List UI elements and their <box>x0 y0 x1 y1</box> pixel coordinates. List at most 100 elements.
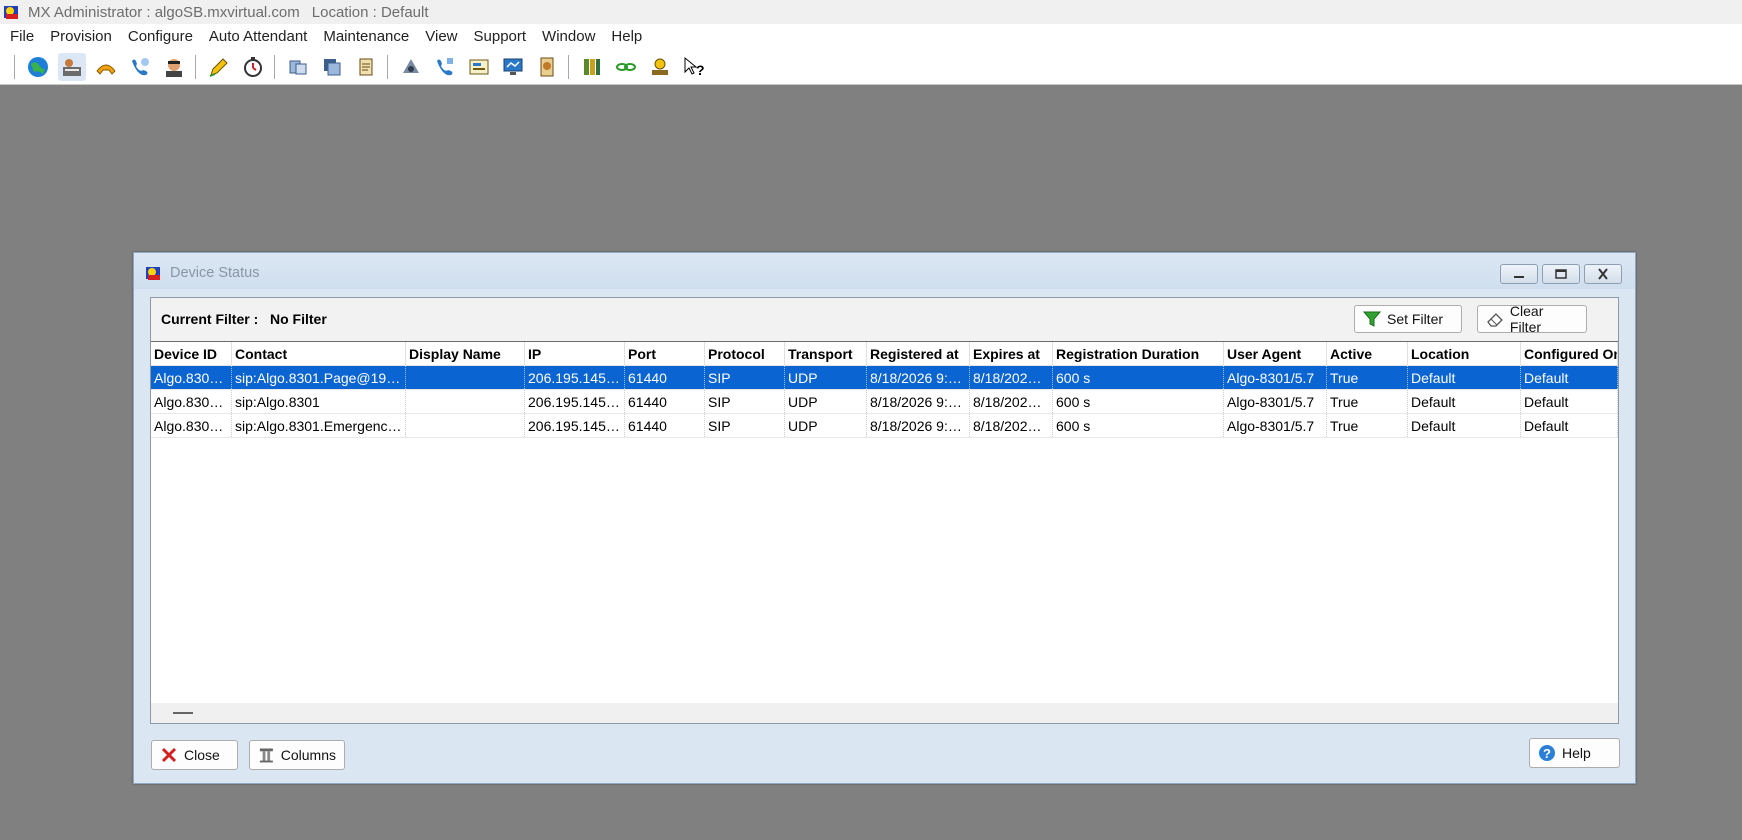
menu-view[interactable]: View <box>417 28 465 45</box>
globe-icon[interactable] <box>24 53 52 81</box>
table-row[interactable]: Algo.8301... sip:Algo.8301.Emergency... … <box>151 414 1618 438</box>
cell-transport: UDP <box>785 390 867 413</box>
menu-configure[interactable]: Configure <box>120 28 201 45</box>
cell-port: 61440 <box>625 366 705 389</box>
menu-support[interactable]: Support <box>466 28 535 45</box>
scrollbar-thumb[interactable] <box>173 712 193 714</box>
close-button[interactable]: Close <box>151 740 238 770</box>
cell-protocol: SIP <box>705 414 785 437</box>
column-header[interactable]: Configured On <box>1521 342 1618 365</box>
filter-row: Current Filter : No Filter Set Filter Cl… <box>151 298 1618 342</box>
restore-icon <box>1555 269 1567 279</box>
column-header[interactable]: Expires at <box>970 342 1053 365</box>
menu-window[interactable]: Window <box>534 28 603 45</box>
dialog-titlebar[interactable]: Device Status <box>134 253 1635 289</box>
columns-button[interactable]: Columns <box>249 740 345 770</box>
toolbar: ? <box>0 49 1742 85</box>
horizontal-scrollbar[interactable] <box>151 703 1618 723</box>
cell-ip: 206.195.145.... <box>525 366 625 389</box>
cell-user-agent: Algo-8301/5.7 <box>1224 414 1327 437</box>
cell-configured-on: Default <box>1521 366 1618 389</box>
cell-protocol: SIP <box>705 390 785 413</box>
copy-icon[interactable] <box>284 53 312 81</box>
help-button[interactable]: ? Help <box>1529 738 1620 768</box>
report-icon[interactable] <box>465 53 493 81</box>
cell-expires-at: 8/18/2026 ... <box>970 390 1053 413</box>
menu-auto-attendant[interactable]: Auto Attendant <box>201 28 315 45</box>
device-table: Device ID Contact Display Name IP Port P… <box>151 342 1618 438</box>
column-header[interactable]: Registration Duration <box>1053 342 1224 365</box>
clear-filter-label: Clear Filter <box>1509 303 1544 335</box>
cell-expires-at: 8/18/2026 ... <box>970 366 1053 389</box>
cell-location: Default <box>1408 414 1521 437</box>
cell-active: True <box>1327 414 1408 437</box>
menu-help[interactable]: Help <box>603 28 650 45</box>
dialog-title: Device Status <box>170 265 260 281</box>
phone-status-icon[interactable] <box>431 53 459 81</box>
set-filter-button[interactable]: Set Filter <box>1354 305 1462 333</box>
cell-transport: UDP <box>785 366 867 389</box>
agents-icon[interactable] <box>160 53 188 81</box>
books-icon[interactable] <box>578 53 606 81</box>
whats-this-icon[interactable]: ? <box>680 53 708 81</box>
table-row[interactable]: Algo.8301... sip:Algo.8301 206.195.145..… <box>151 390 1618 414</box>
cell-display-name <box>406 414 525 437</box>
scroll-icon[interactable] <box>533 53 561 81</box>
help-button-label: Help <box>1562 745 1591 761</box>
cell-active: True <box>1327 366 1408 389</box>
column-header[interactable]: Location <box>1408 342 1521 365</box>
call-icon[interactable] <box>126 53 154 81</box>
award-icon[interactable] <box>646 53 674 81</box>
svg-text:?: ? <box>696 62 705 78</box>
column-header[interactable]: Contact <box>232 342 406 365</box>
column-header[interactable]: IP <box>525 342 625 365</box>
red-x-icon <box>161 747 177 763</box>
cell-display-name <box>406 390 525 413</box>
mx-app-icon <box>144 263 164 283</box>
eraser-icon <box>1487 313 1503 327</box>
column-header[interactable]: User Agent <box>1224 342 1327 365</box>
link-icon[interactable] <box>612 53 640 81</box>
close-window-button[interactable] <box>1584 264 1622 284</box>
cell-configured-on: Default <box>1521 390 1618 413</box>
clear-filter-button[interactable]: Clear Filter <box>1477 303 1587 335</box>
column-header[interactable]: Display Name <box>406 342 525 365</box>
restore-button[interactable] <box>1542 264 1580 284</box>
column-header[interactable]: Active <box>1327 342 1408 365</box>
cell-registered-at: 8/18/2026 9:5... <box>867 414 970 437</box>
cell-protocol: SIP <box>705 366 785 389</box>
phones-icon[interactable] <box>92 53 120 81</box>
save-icon[interactable] <box>318 53 346 81</box>
cell-transport: UDP <box>785 414 867 437</box>
cell-port: 61440 <box>625 414 705 437</box>
columns-button-label: Columns <box>280 747 336 763</box>
column-header[interactable]: Port <box>625 342 705 365</box>
column-header[interactable]: Registered at <box>867 342 970 365</box>
cell-contact: sip:Algo.8301.Page@192... <box>232 366 406 389</box>
phone-config-icon[interactable] <box>397 53 425 81</box>
mx-app-icon <box>2 2 22 22</box>
column-header[interactable]: Transport <box>785 342 867 365</box>
menu-file[interactable]: File <box>2 28 42 45</box>
column-header[interactable]: Device ID <box>151 342 232 365</box>
app-title: MX Administrator : algoSB.mxvirtual.com <box>28 3 300 21</box>
menu-provision[interactable]: Provision <box>42 28 120 45</box>
menu-maintenance[interactable]: Maintenance <box>315 28 417 45</box>
close-icon <box>1598 268 1608 280</box>
cell-port: 61440 <box>625 390 705 413</box>
device-status-dialog: Device Status Current Filter : No Filter… <box>133 252 1636 784</box>
script-icon[interactable] <box>352 53 380 81</box>
monitor-icon[interactable] <box>499 53 527 81</box>
column-header[interactable]: Protocol <box>705 342 785 365</box>
cell-registration-duration: 600 s <box>1053 414 1224 437</box>
svg-text:?: ? <box>1543 746 1551 761</box>
timer-icon[interactable] <box>239 53 267 81</box>
table-row[interactable]: Algo.8301... sip:Algo.8301.Page@192... 2… <box>151 366 1618 390</box>
users-icon[interactable] <box>58 52 86 81</box>
set-filter-label: Set Filter <box>1387 311 1444 327</box>
cell-display-name <box>406 366 525 389</box>
column-icon <box>259 748 273 763</box>
cell-registered-at: 8/18/2026 9:5... <box>867 390 970 413</box>
edit-icon[interactable] <box>205 53 233 81</box>
minimize-button[interactable] <box>1500 264 1538 284</box>
